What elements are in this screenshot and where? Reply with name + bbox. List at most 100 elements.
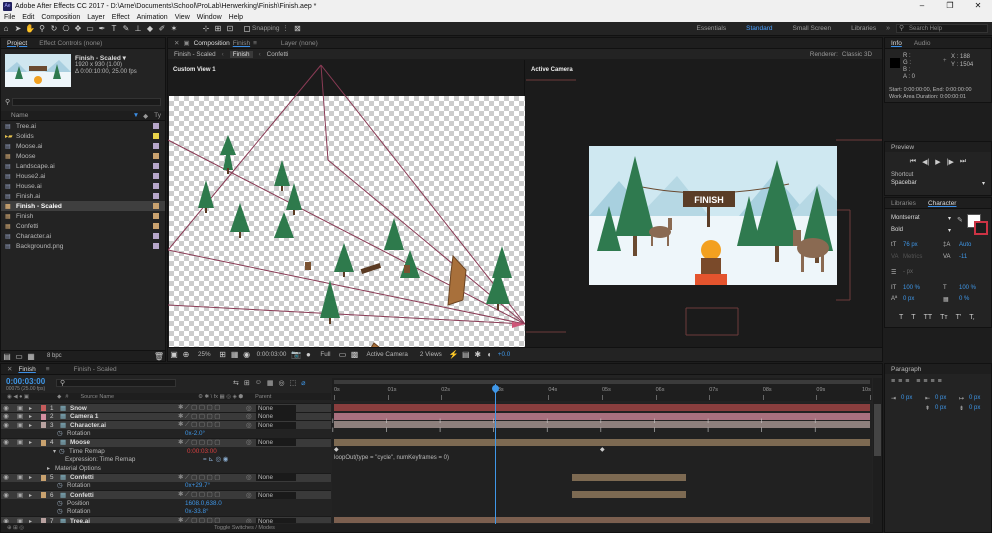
lock-icon[interactable]: ▣ bbox=[183, 39, 189, 47]
menu-layer[interactable]: Layer bbox=[87, 14, 105, 21]
layer-name[interactable]: Confetti bbox=[70, 492, 178, 499]
layer-row[interactable]: ◉ ▣ ▸ 5 ▦ Confetti ✱ ⟋ ▢ ▢ ▢ ▢ ◎ None bbox=[1, 472, 331, 482]
layer-switches[interactable]: ✱ ⟋ ▢ ▢ ▢ ▢ bbox=[178, 517, 246, 523]
source-name-header[interactable]: Source Name bbox=[80, 394, 114, 400]
property-row[interactable]: ◷ Position 1608.0,638.0 bbox=[1, 499, 331, 508]
layer-switches-icon[interactable]: ⊕ ⊞ ◎ bbox=[7, 525, 24, 531]
layer-row[interactable]: ◉ ▣ ▸ 1 ▦ Snow ✱ ⟋ ▢ ▢ ▢ ▢ ◎ None bbox=[1, 403, 331, 412]
property-value[interactable]: 0x-33.8° bbox=[185, 508, 209, 515]
frame-blending-icon[interactable]: ▦ bbox=[267, 379, 274, 387]
keyframe-icon[interactable]: I bbox=[761, 419, 763, 425]
timeline-icon[interactable]: ▤ bbox=[461, 350, 471, 360]
label-color-swatch[interactable] bbox=[153, 213, 159, 219]
label-column-icon[interactable]: ◆ bbox=[143, 112, 148, 120]
project-search-input[interactable] bbox=[12, 98, 161, 106]
breadcrumb-confetti[interactable]: Confetti bbox=[267, 51, 289, 58]
expand-arrow-icon[interactable]: ▸ bbox=[29, 518, 37, 523]
parent-pickwhip-icon[interactable]: ◎ bbox=[246, 518, 256, 523]
parent-pickwhip-icon[interactable]: ◎ bbox=[246, 439, 256, 446]
property-value[interactable]: 0:00:03:00 bbox=[187, 448, 217, 455]
horizontal-scale-value[interactable]: 100 % bbox=[959, 285, 976, 291]
delete-icon[interactable]: 🗑 bbox=[154, 351, 164, 361]
snapshot-icon[interactable]: ◉ bbox=[242, 350, 252, 360]
first-frame-icon[interactable]: ⏮ bbox=[910, 158, 916, 166]
lock-icon[interactable]: ▣ bbox=[11, 492, 29, 499]
selection-tool-icon[interactable]: ➤ bbox=[13, 24, 23, 34]
layer-label-color[interactable] bbox=[41, 474, 46, 481]
parent-dropdown[interactable]: None bbox=[256, 421, 296, 429]
view-axis-icon[interactable]: ⊡ bbox=[225, 24, 235, 34]
label-color-swatch[interactable] bbox=[153, 123, 159, 129]
parent-header[interactable]: Parent bbox=[255, 394, 271, 400]
new-folder-icon[interactable]: ▭ bbox=[14, 351, 24, 361]
transparency-grid-icon[interactable]: ▩ bbox=[350, 350, 360, 360]
label-color-swatch[interactable] bbox=[153, 243, 159, 249]
property-row[interactable]: ◷ Rotation 0x-2.0° bbox=[1, 429, 331, 438]
layer-name[interactable]: Snow bbox=[70, 405, 178, 412]
workspace-essentials[interactable]: Essentials bbox=[696, 25, 726, 32]
layer-label-color[interactable] bbox=[41, 405, 46, 411]
snap-options-icon[interactable]: ⫶ bbox=[280, 24, 290, 34]
zoom-tool-icon[interactable]: ⚲ bbox=[37, 24, 47, 34]
project-item[interactable]: ▦ Finish - Scaled bbox=[1, 201, 165, 211]
menu-help[interactable]: Help bbox=[229, 14, 243, 21]
time-ruler[interactable]: 0s 01s 02s 03s 04s 05s 06s 07s 08s 09s 10s bbox=[332, 378, 872, 401]
project-item[interactable]: ▤ Character.ai bbox=[1, 231, 165, 241]
property-row[interactable]: ▾ ◷ Time Remap 0:00:03:00 bbox=[1, 447, 331, 456]
tab-project[interactable]: Project bbox=[7, 40, 27, 47]
last-frame-icon[interactable]: ⏭ bbox=[960, 158, 966, 166]
tab-audio[interactable]: Audio bbox=[914, 40, 931, 47]
workspace-standard[interactable]: Standard bbox=[746, 25, 772, 32]
keyframe-icon[interactable]: I bbox=[654, 428, 656, 434]
layer-label-color[interactable] bbox=[41, 439, 46, 446]
shortcut-dropdown[interactable]: Spacebar ▾ bbox=[891, 180, 985, 188]
keyframe-icon[interactable]: I bbox=[654, 419, 656, 425]
name-column-header[interactable]: Name bbox=[11, 112, 28, 119]
lock-icon[interactable]: ▣ bbox=[11, 518, 29, 523]
viewer-timecode[interactable]: 0:00:03:00 bbox=[257, 351, 287, 358]
flowchart-icon[interactable]: ✱ bbox=[473, 350, 483, 360]
font-family-dropdown[interactable]: Montserrat ▾ bbox=[891, 215, 951, 222]
layer-duration-bar[interactable] bbox=[572, 473, 686, 481]
color-channel-icon[interactable]: ● bbox=[303, 350, 313, 360]
maximize-button[interactable]: ❐ bbox=[936, 0, 964, 12]
tab-composition-finish[interactable]: Finish bbox=[233, 40, 250, 47]
subscript-button[interactable]: T, bbox=[969, 314, 974, 321]
visibility-eye-icon[interactable]: ◉ bbox=[1, 474, 11, 481]
justify-left-icon[interactable]: ≡ bbox=[916, 378, 920, 385]
label-color-swatch[interactable] bbox=[153, 143, 159, 149]
superscript-button[interactable]: T' bbox=[956, 314, 962, 321]
project-item[interactable]: ▤ Tree.ai bbox=[1, 121, 165, 131]
clone-tool-icon[interactable]: ⊥ bbox=[133, 24, 143, 34]
shy-icon[interactable]: ☺ bbox=[255, 379, 262, 387]
expand-arrow-icon[interactable]: ▸ bbox=[29, 405, 37, 412]
draft-3d-icon[interactable]: ⊞ bbox=[244, 379, 250, 387]
layer-duration-bar[interactable] bbox=[334, 404, 870, 411]
layer-name[interactable]: Moose bbox=[70, 439, 178, 446]
visibility-eye-icon[interactable]: ◉ bbox=[1, 518, 11, 523]
menu-animation[interactable]: Animation bbox=[137, 14, 168, 21]
layer-name[interactable]: Tree.ai bbox=[70, 518, 178, 523]
layer-duration-bar[interactable] bbox=[334, 421, 870, 429]
faux-italic-button[interactable]: T bbox=[911, 314, 915, 321]
keyframe-icon[interactable]: I bbox=[332, 428, 334, 434]
world-axis-icon[interactable]: ⊞ bbox=[213, 24, 223, 34]
tab-character[interactable]: Character bbox=[928, 200, 957, 207]
previous-frame-icon[interactable]: ◀| bbox=[922, 158, 929, 166]
camera-tool-icon[interactable]: ⎔ bbox=[61, 24, 71, 34]
project-item[interactable]: ▤ Moose.ai bbox=[1, 141, 165, 151]
project-item[interactable]: ▦ Finish bbox=[1, 211, 165, 221]
tab-timeline-finish-scaled[interactable]: Finish - Scaled bbox=[74, 366, 117, 373]
property-value[interactable]: 0x-2.0° bbox=[185, 430, 205, 437]
lock-icon[interactable]: ▣ bbox=[11, 439, 29, 446]
font-size-value[interactable]: 76 px bbox=[903, 242, 918, 248]
parent-pickwhip-icon[interactable]: ◎ bbox=[246, 405, 256, 412]
visibility-eye-icon[interactable]: ◉ bbox=[1, 422, 11, 429]
keyframe-icon[interactable]: I bbox=[814, 419, 816, 425]
expand-arrow-icon[interactable]: ▸ bbox=[29, 422, 37, 429]
exposure-value[interactable]: +0.0 bbox=[498, 351, 510, 358]
stroke-color-swatch[interactable] bbox=[974, 221, 988, 235]
all-caps-button[interactable]: TT bbox=[924, 314, 933, 321]
keyframe-icon[interactable]: I bbox=[546, 428, 548, 434]
layer-row[interactable]: ◉ ▣ ▸ 6 ▦ Confetti ✱ ⟋ ▢ ▢ ▢ ▢ ◎ None bbox=[1, 490, 331, 499]
